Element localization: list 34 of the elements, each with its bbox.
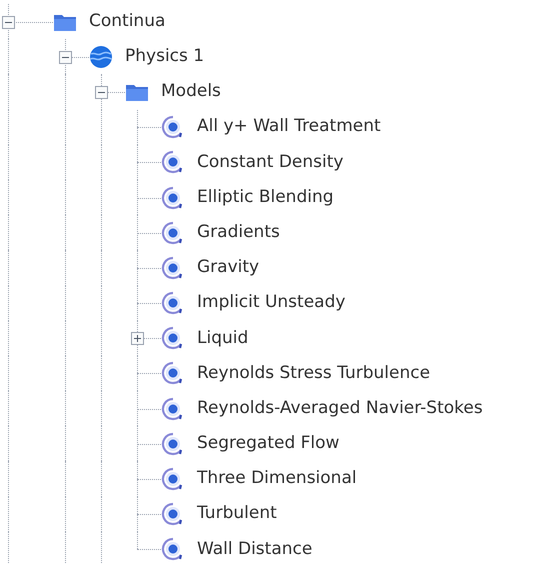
tree-item-label[interactable]: Liquid (197, 326, 248, 352)
model-icon (161, 256, 185, 280)
tree-item-label[interactable]: Models (161, 79, 221, 105)
tree-item-label[interactable]: Turbulent (197, 501, 277, 527)
tree-item-label[interactable]: All y+ Wall Treatment (197, 114, 381, 140)
tree-item-label[interactable]: Reynolds Stress Turbulence (197, 360, 430, 386)
tree-item-label[interactable]: Three Dimensional (197, 466, 357, 492)
tree-item-label[interactable]: Continua (89, 8, 166, 34)
tree-item-label[interactable]: Gravity (197, 255, 260, 281)
sphere-icon (89, 44, 113, 69)
model-icon (161, 537, 185, 562)
collapse-toggle[interactable] (2, 16, 15, 29)
expand-toggle[interactable] (131, 332, 144, 346)
tree-item-label[interactable]: Gradients (197, 220, 280, 246)
tree-item-label[interactable]: Constant Density (197, 150, 344, 176)
model-icon (161, 150, 185, 174)
model-icon (161, 502, 185, 526)
model-icon (161, 326, 185, 350)
model-icon (161, 115, 185, 140)
model-icon (161, 220, 185, 245)
tree-item-label[interactable]: Wall Distance (197, 536, 312, 562)
model-icon (161, 361, 185, 386)
model-icon (161, 432, 185, 456)
collapse-toggle[interactable] (95, 86, 108, 99)
tree-item-label[interactable]: Implicit Unsteady (197, 290, 346, 316)
model-icon (161, 291, 185, 316)
model-icon (161, 396, 185, 421)
tree-item-label[interactable]: Reynolds-Averaged Navier-Stokes (197, 396, 483, 422)
model-icon (161, 467, 185, 492)
collapse-toggle[interactable] (59, 50, 72, 64)
tree-item-label[interactable]: Elliptic Blending (197, 184, 334, 210)
tree-item-label[interactable]: Physics 1 (125, 44, 204, 70)
model-icon (161, 186, 185, 210)
tree-item-label[interactable]: Segregated Flow (197, 431, 340, 457)
